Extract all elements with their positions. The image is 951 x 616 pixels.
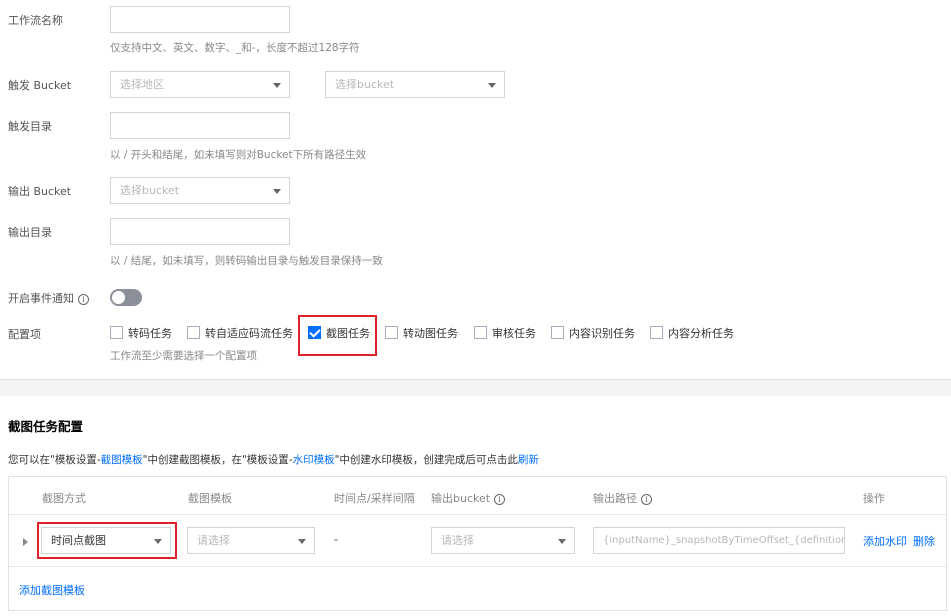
checkbox-adaptive-stream[interactable] [187, 326, 200, 339]
checkbox-label-content-recognition[interactable]: 内容识别任务 [569, 325, 635, 341]
info-icon[interactable]: i [78, 294, 89, 305]
trigger-dir-label: 触发目录 [8, 120, 52, 133]
output-path-input[interactable]: {inputName}_snapshotByTimeOffset_{defini… [593, 527, 845, 554]
caret-right-icon[interactable] [23, 538, 28, 546]
event-notify-toggle[interactable] [110, 289, 142, 306]
section-title: 截图任务配置 [8, 419, 84, 434]
workflow-name-label: 工作流名称 [8, 14, 63, 27]
snapshot-template-placeholder: 请选择 [197, 534, 230, 547]
checkbox-label-content-analysis[interactable]: 内容分析任务 [668, 325, 734, 341]
chevron-down-icon [488, 83, 496, 88]
config-hint: 工作流至少需要选择一个配置项 [110, 350, 257, 362]
snapshot-config-description: 您可以在"模板设置-截图模板"中创建截图模板，在"模板设置-水印模板"中创建水印… [8, 452, 539, 467]
event-notify-label-wrap: 开启事件通知 i [8, 290, 89, 306]
config-label: 配置项 [8, 328, 41, 341]
trigger-bucket-placeholder: 选择bucket [335, 78, 395, 91]
desc-text-2: "中创建截图模板，在"模板设置- [142, 454, 293, 466]
output-path-placeholder: {inputName}_snapshotByTimeOffset_{defini… [603, 535, 845, 546]
event-notify-label: 开启事件通知 [8, 292, 74, 305]
chevron-down-icon [273, 189, 281, 194]
checkbox-content-analysis[interactable] [650, 326, 663, 339]
row-divider [9, 566, 946, 567]
column-header-output-bucket: 输出bucket [431, 492, 491, 505]
column-header-actions: 操作 [863, 492, 885, 505]
highlight-box [298, 315, 377, 356]
checkbox-content-recognition[interactable] [551, 326, 564, 339]
region-select[interactable]: 选择地区 [110, 71, 290, 98]
output-bucket-label: 输出 Bucket [8, 185, 72, 198]
snapshot-table: 截图方式 截图模板 时间点/采样间隔 输出bucket i 输出路径 i 操作 时间… [8, 476, 947, 611]
chevron-down-icon [298, 539, 306, 544]
info-icon[interactable]: i [641, 494, 652, 505]
column-header-output-path-wrap: 输出路径 i [593, 490, 652, 506]
watermark-template-link[interactable]: 水印模板 [293, 454, 335, 466]
desc-text-1: 您可以在"模板设置- [8, 454, 101, 466]
snapshot-template-link[interactable]: 截图模板 [101, 454, 143, 466]
workflow-name-input[interactable] [110, 6, 290, 33]
region-select-placeholder: 选择地区 [120, 78, 164, 91]
output-bucket-select[interactable]: 选择bucket [110, 177, 290, 204]
output-dir-label: 输出目录 [8, 226, 52, 239]
trigger-dir-hint: 以 / 开头和结尾，如未填写则对Bucket下所有路径生效 [110, 149, 367, 161]
output-dir-input[interactable] [110, 218, 290, 245]
checkbox-label-transcode[interactable]: 转码任务 [128, 325, 172, 341]
row-output-bucket-select[interactable]: 请选择 [431, 527, 575, 554]
checkbox-animation[interactable] [385, 326, 398, 339]
info-icon[interactable]: i [494, 494, 506, 505]
snapshot-template-select[interactable]: 请选择 [187, 527, 315, 554]
chevron-down-icon [558, 539, 566, 544]
column-header-mode: 截图方式 [42, 492, 86, 505]
output-dir-hint: 以 / 结尾，如未填写，则转码输出目录与触发目录保持一致 [110, 255, 383, 267]
checkbox-label-adaptive-stream[interactable]: 转自适应码流任务 [205, 325, 293, 341]
column-header-output-bucket-wrap: 输出bucket i [431, 490, 506, 506]
refresh-link[interactable]: 刷新 [518, 454, 539, 466]
trigger-dir-input[interactable] [110, 112, 290, 139]
workflow-form: 工作流名称 仅支持中文、英文、数字、_和-，长度不超过128字符 触发 Buck… [0, 0, 951, 380]
delete-link[interactable]: 删除 [913, 533, 935, 549]
highlight-box [37, 522, 177, 559]
column-header-output-path: 输出路径 [593, 492, 637, 505]
toggle-knob [112, 291, 125, 304]
row-output-bucket-placeholder: 请选择 [441, 534, 474, 547]
header-divider [9, 514, 946, 515]
checkbox-audit[interactable] [474, 326, 487, 339]
column-header-template: 截图模板 [188, 492, 232, 505]
column-header-interval: 时间点/采样间隔 [334, 492, 415, 505]
desc-text-3: "中创建水印模板，创建完成后可点击此 [334, 454, 518, 466]
output-bucket-placeholder: 选择bucket [120, 184, 180, 197]
trigger-bucket-label: 触发 Bucket [8, 79, 72, 92]
checkbox-label-animation[interactable]: 转动图任务 [403, 325, 458, 341]
checkbox-label-audit[interactable]: 审核任务 [492, 325, 536, 341]
interval-value: - [334, 533, 338, 546]
checkbox-transcode[interactable] [110, 326, 123, 339]
workflow-name-hint: 仅支持中文、英文、数字、_和-，长度不超过128字符 [110, 42, 360, 54]
add-snapshot-template-link[interactable]: 添加截图模板 [19, 582, 85, 598]
trigger-bucket-select[interactable]: 选择bucket [325, 71, 505, 98]
chevron-down-icon [273, 83, 281, 88]
add-watermark-link[interactable]: 添加水印 [863, 533, 907, 549]
